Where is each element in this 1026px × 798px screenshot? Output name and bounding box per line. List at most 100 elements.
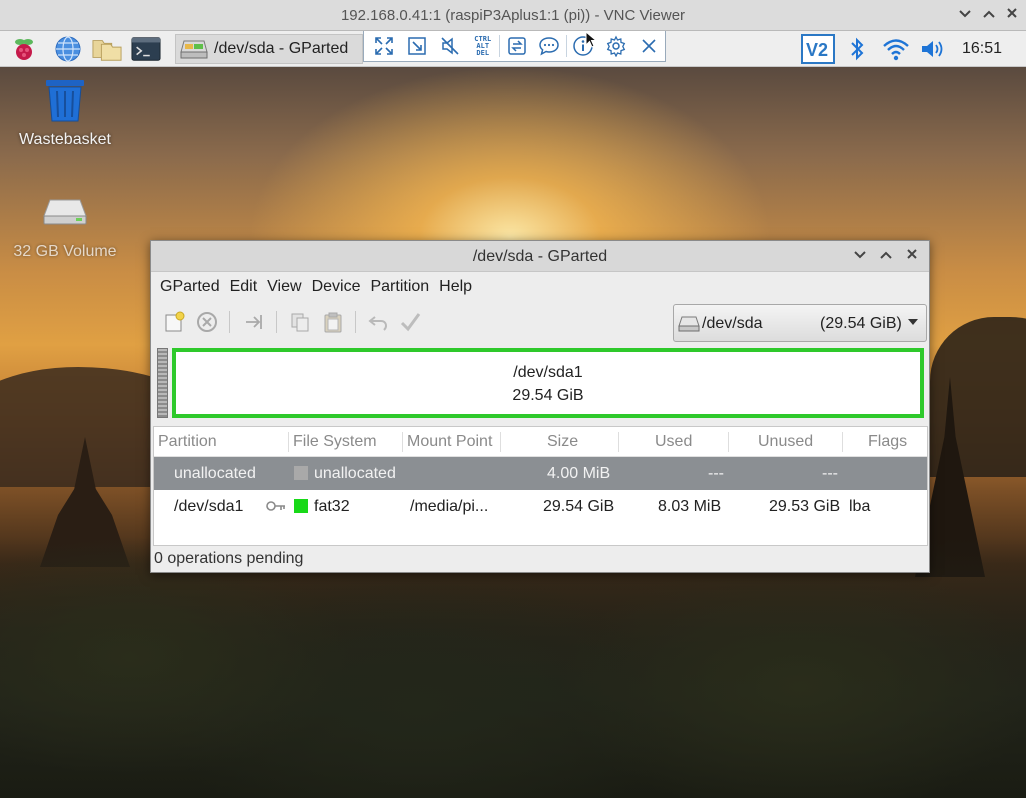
undo-button[interactable] [365, 309, 391, 335]
partition-table: Partition File System Mount Point Size U… [153, 426, 928, 546]
new-partition-button[interactable] [161, 309, 187, 335]
volume-tray-button[interactable] [918, 34, 948, 64]
menu-help[interactable]: Help [434, 278, 477, 296]
wifi-tray-button[interactable] [880, 34, 912, 64]
fullscreen-button[interactable] [368, 32, 401, 60]
drive-icon [43, 199, 87, 225]
gparted-maximize-button[interactable] [877, 247, 895, 265]
terminal-icon [131, 37, 161, 61]
table-header: Partition File System Mount Point Size U… [154, 427, 927, 457]
taskbar-item-gparted[interactable]: /dev/sda - GParted [175, 34, 363, 64]
gparted-minimize-button[interactable] [851, 247, 869, 265]
desktop-icon-volume[interactable]: 32 GB Volume [10, 196, 120, 261]
scale-icon [408, 37, 426, 55]
cell-mount-point: /media/pi... [410, 498, 489, 515]
close-toolbar-button[interactable] [632, 32, 665, 60]
copy-icon [291, 313, 309, 332]
delete-partition-button[interactable] [194, 309, 220, 335]
cell-used: --- [708, 465, 724, 482]
transfer-files-icon [507, 37, 526, 55]
vnc-window-title: 192.168.0.41:1 (raspiP3Aplus1:1 (pi)) - … [340, 7, 686, 24]
status-bar: 0 operations pending [154, 550, 304, 567]
vnc-minimize-button[interactable] [956, 6, 974, 24]
unallocated-segment[interactable] [157, 348, 168, 418]
cell-unused: --- [822, 465, 838, 482]
menu-device[interactable]: Device [307, 278, 366, 296]
web-browser-button[interactable] [53, 35, 83, 63]
vnc-server-tray-button[interactable]: V2 [800, 34, 836, 64]
gparted-close-button[interactable] [903, 247, 921, 265]
vnc-toolbar: CTRL ALT DEL [363, 31, 666, 62]
new-partition-icon [165, 311, 185, 332]
cell-partition: /dev/sda1 [174, 498, 244, 515]
fullscreen-icon [375, 37, 394, 55]
desktop-icon-wastebasket[interactable]: Wastebasket [10, 78, 120, 149]
scale-button[interactable] [401, 32, 434, 60]
partition-segment-sda1[interactable]: /dev/sda1 29.54 GiB [172, 348, 924, 418]
drive-icon [678, 316, 700, 332]
resize-move-icon [246, 315, 262, 329]
cell-used: 8.03 MiB [658, 498, 722, 515]
mute-icon [441, 37, 459, 55]
mute-button[interactable] [434, 32, 467, 60]
gparted-window: /dev/sda - GParted GParted Edit View Dev… [150, 240, 930, 573]
terminal-button[interactable] [131, 35, 161, 63]
menu-gparted[interactable]: GParted [155, 278, 225, 296]
paste-icon [324, 312, 342, 333]
taskbar-item-label: /dev/sda - GParted [214, 40, 349, 57]
gparted-menubar: GParted Edit View Device Partition Help [151, 272, 929, 302]
cell-size: 29.54 GiB [543, 498, 615, 515]
resize-move-button[interactable] [241, 309, 267, 335]
cell-flags: lba [849, 498, 871, 515]
gparted-window-title: /dev/sda - GParted [472, 248, 608, 265]
settings-button[interactable] [599, 32, 632, 60]
column-header-size[interactable]: Size [545, 427, 578, 457]
apply-button[interactable] [397, 309, 423, 335]
column-header-flags[interactable]: Flags [866, 427, 907, 457]
device-name: /dev/sda [702, 315, 763, 332]
menu-view[interactable]: View [262, 278, 306, 296]
file-manager-button[interactable] [92, 35, 122, 63]
column-header-unused[interactable]: Unused [756, 427, 813, 457]
column-header-mount-point[interactable]: Mount Point [405, 427, 492, 457]
table-row[interactable]: unallocated unallocated 4.00 MiB --- --- [154, 457, 927, 490]
delete-partition-icon [197, 312, 217, 332]
file-manager-icon [92, 40, 122, 61]
paste-button[interactable] [320, 309, 346, 335]
bluetooth-icon [851, 37, 864, 61]
key-icon [266, 491, 286, 524]
chat-icon [539, 37, 560, 56]
clock: 16:51 [962, 40, 1003, 57]
chat-button[interactable] [533, 32, 566, 60]
copy-button[interactable] [287, 309, 313, 335]
column-header-partition[interactable]: Partition [156, 427, 217, 457]
vnc-maximize-button[interactable] [980, 6, 998, 24]
desktop-icon-label: 32 GB Volume [13, 243, 117, 260]
undo-icon [368, 316, 388, 331]
menu-edit[interactable]: Edit [225, 278, 263, 296]
wastebasket-icon [46, 80, 84, 122]
partition-map: /dev/sda1 29.54 GiB [157, 348, 925, 418]
web-browser-icon [55, 36, 81, 62]
bluetooth-tray-button[interactable] [845, 34, 869, 64]
gparted-titlebar[interactable]: /dev/sda - GParted [151, 241, 929, 272]
raspberry-menu-button[interactable] [9, 35, 39, 63]
volume-icon [922, 41, 943, 57]
chevron-down-icon [908, 319, 918, 325]
cell-filesystem: unallocated [294, 457, 396, 490]
cell-filesystem: fat32 [294, 490, 350, 523]
ctrl-alt-del-button[interactable]: CTRL ALT DEL [466, 32, 499, 60]
close-toolbar-icon [642, 39, 656, 53]
tree-silhouettes [0, 537, 1026, 798]
vnc-close-button[interactable] [1003, 6, 1021, 24]
column-header-filesystem[interactable]: File System [291, 427, 377, 457]
filesystem-color-swatch [294, 466, 308, 480]
menu-partition[interactable]: Partition [365, 278, 434, 296]
table-row[interactable]: /dev/sda1 fat32 /media/pi... 29.54 GiB 8… [154, 490, 927, 523]
column-header-used[interactable]: Used [653, 427, 692, 457]
transfer-files-button[interactable] [500, 32, 533, 60]
apply-icon [400, 313, 421, 332]
raspberry-menu-icon [15, 39, 33, 60]
device-selector[interactable]: /dev/sda (29.54 GiB) [673, 304, 927, 342]
desktop-icon-label: Wastebasket [19, 131, 111, 148]
